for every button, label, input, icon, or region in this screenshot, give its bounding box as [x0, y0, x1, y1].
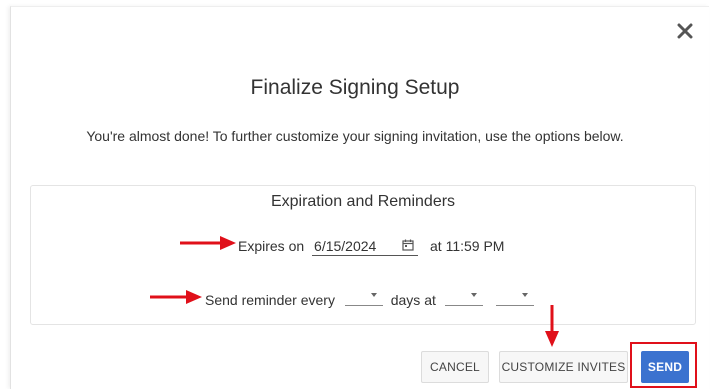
- send-button[interactable]: SEND: [641, 351, 689, 383]
- expiration-row: Expires on 6/15/2024 at 11:59 PM: [238, 238, 505, 257]
- annotation-arrow-icon: [180, 236, 236, 250]
- close-icon[interactable]: [674, 20, 696, 42]
- dialog-title: Finalize Signing Setup: [250, 76, 460, 99]
- annotation-arrow-icon: [545, 305, 559, 347]
- expiration-reminders-panel: Expiration and Reminders Expires on 6/15…: [30, 185, 696, 325]
- reminder-label: Send reminder every: [205, 292, 335, 308]
- expires-label: Expires on: [238, 238, 305, 254]
- customize-invites-button[interactable]: CUSTOMIZE INVITES: [499, 351, 628, 383]
- dialog-subtitle: You're almost done! To further customize…: [86, 128, 624, 144]
- expiration-date-field[interactable]: 6/15/2024: [312, 238, 419, 257]
- expiration-date-value: 6/15/2024: [314, 238, 377, 254]
- reminder-interval-select[interactable]: [344, 290, 383, 306]
- calendar-icon[interactable]: [402, 239, 414, 251]
- cancel-button[interactable]: CANCEL: [421, 351, 489, 383]
- section-title: Expiration and Reminders: [270, 193, 456, 210]
- annotation-arrow-icon: [150, 290, 202, 304]
- reminder-days-label: days at: [390, 292, 436, 308]
- expiration-time-label: at 11:59 PM: [430, 238, 505, 254]
- reminder-minute-select[interactable]: [495, 290, 534, 306]
- reminder-row: Send reminder every days at: [205, 290, 534, 308]
- reminder-hour-select[interactable]: [444, 290, 483, 306]
- chevron-down-icon: [521, 293, 528, 297]
- chevron-down-icon: [470, 293, 477, 297]
- chevron-down-icon: [370, 293, 377, 297]
